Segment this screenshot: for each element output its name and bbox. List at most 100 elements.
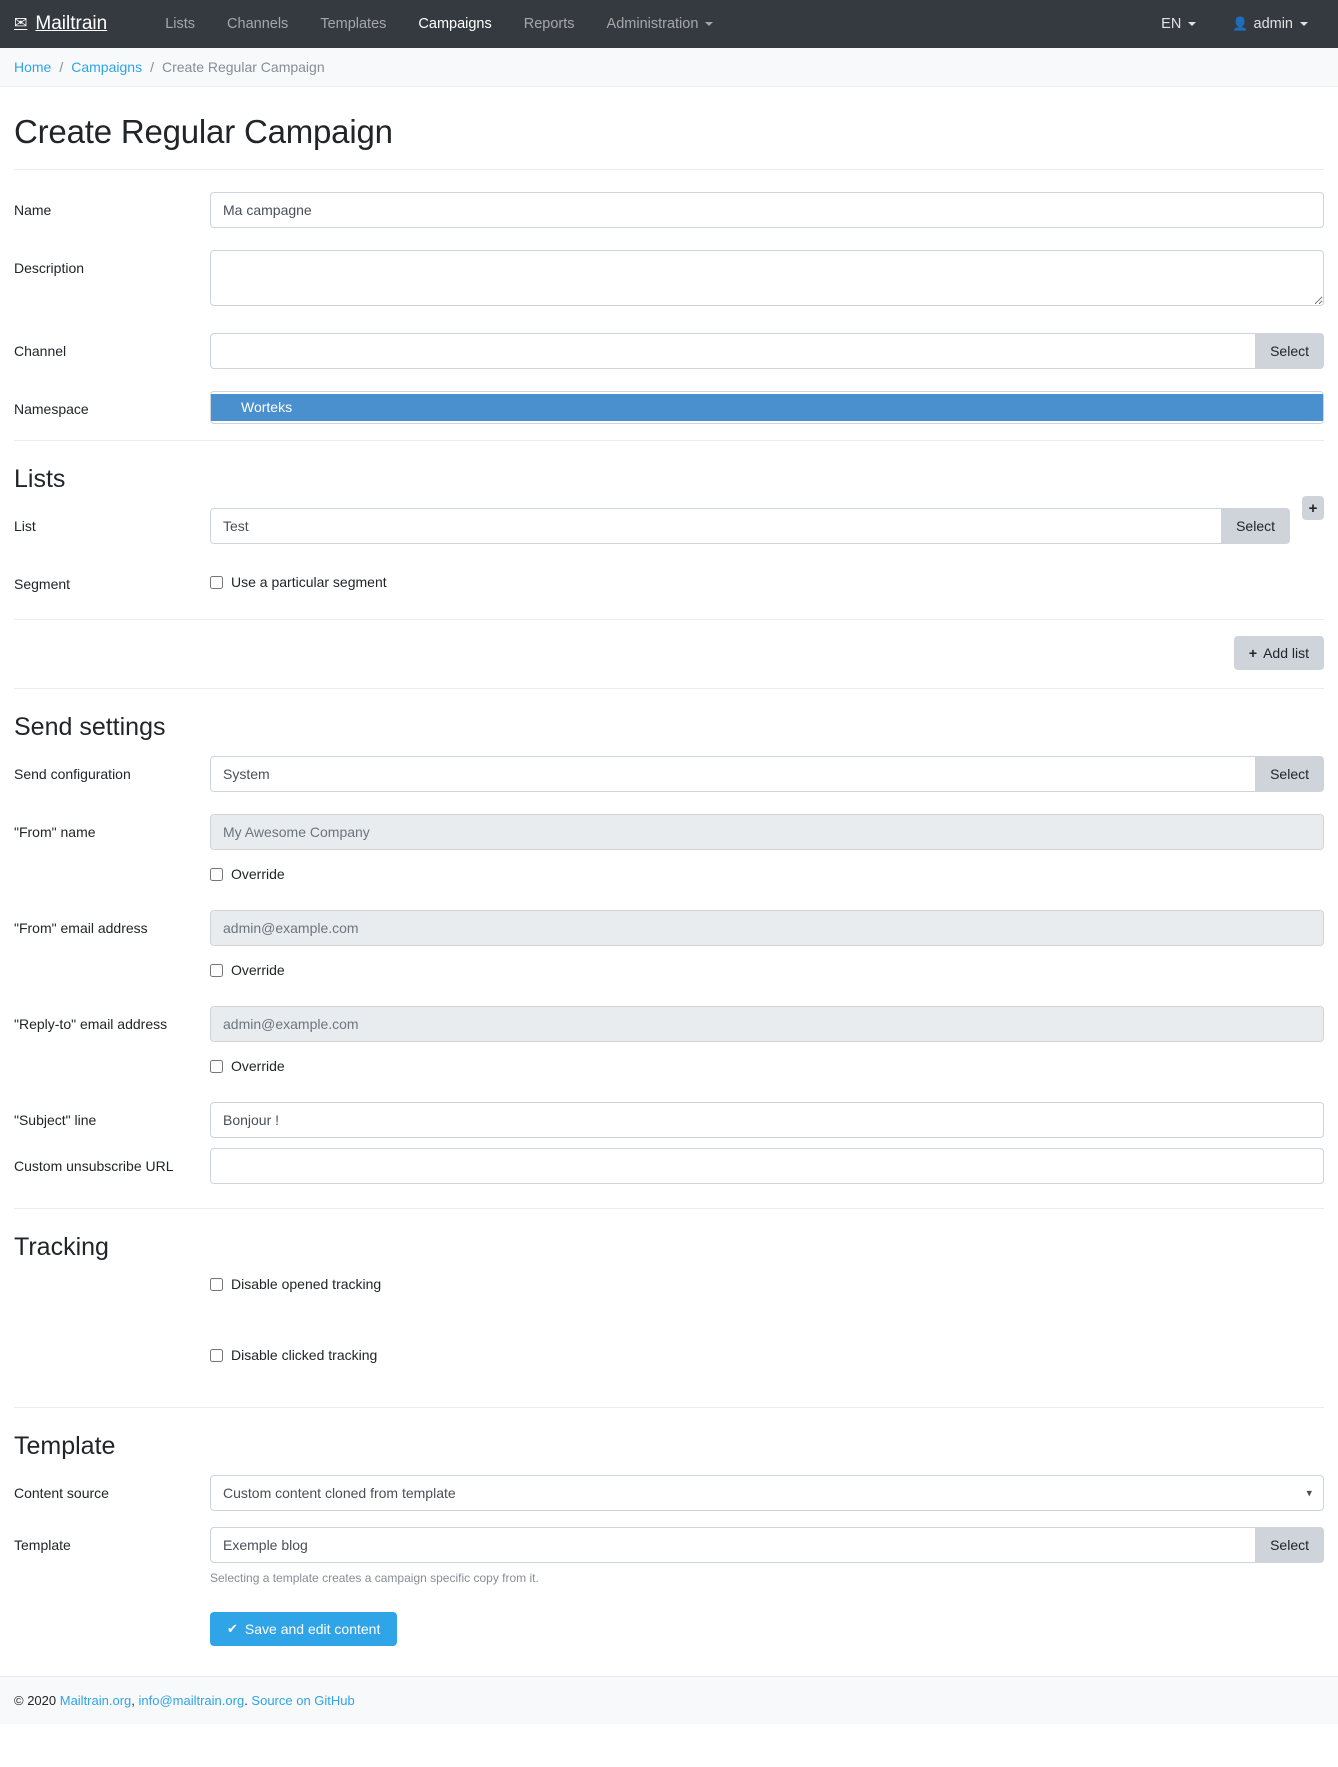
- template-input[interactable]: [210, 1526, 1257, 1563]
- reply-to-email-override-checkbox[interactable]: [210, 1059, 223, 1073]
- brand-label: Mailtrain: [35, 13, 108, 34]
- plus-icon[interactable]: +: [1302, 496, 1324, 520]
- namespace-option-worteks[interactable]: Worteks: [211, 394, 1323, 421]
- reply-to-email-override-row[interactable]: Override: [210, 1050, 1324, 1074]
- breadcrumb: Home / Campaigns / Create Regular Campai…: [0, 48, 1338, 87]
- content-source-label: Content source: [14, 1484, 109, 1501]
- nav-item-administration-label: Administration: [606, 16, 699, 32]
- nav-item-campaigns-label: Campaigns: [418, 16, 492, 32]
- navbar-right: EN 👤 admin: [1145, 8, 1324, 40]
- content-source-select-wrap: ▾: [210, 1474, 1324, 1511]
- channel-select-button[interactable]: Select: [1256, 333, 1324, 369]
- from-name-override-label[interactable]: Override: [231, 866, 285, 882]
- chevron-down-icon: [705, 22, 714, 26]
- namespace-listbox[interactable]: Worteks: [210, 391, 1324, 424]
- language-selector[interactable]: EN: [1145, 8, 1212, 40]
- nav-item-lists[interactable]: Lists: [149, 8, 211, 40]
- divider: [14, 688, 1324, 690]
- save-and-edit-content-button[interactable]: ✔ Save and edit content: [210, 1612, 398, 1647]
- disable-clicked-checkbox-row[interactable]: Disable clicked tracking: [210, 1347, 1324, 1363]
- content-source-select[interactable]: [210, 1474, 1324, 1511]
- nav-item-reports[interactable]: Reports: [508, 8, 591, 40]
- unsubscribe-url-label: Custom unsubscribe URL: [14, 1158, 174, 1175]
- name-label: Name: [14, 202, 52, 218]
- top-navbar: ✉ Mailtrain Lists Channels Templates Cam…: [0, 0, 1338, 48]
- lists-section-title: Lists: [14, 465, 66, 493]
- template-select-button[interactable]: Select: [1256, 1526, 1324, 1563]
- list-input[interactable]: [210, 508, 1223, 544]
- disable-clicked-checkbox[interactable]: [210, 1348, 223, 1362]
- segment-checkbox-row[interactable]: Use a particular segment: [210, 566, 1324, 590]
- field-row-reply-to-email: "Reply-to" email address Override: [14, 1006, 1324, 1074]
- tracking-section-title: Tracking: [14, 1233, 109, 1262]
- language-label: EN: [1161, 16, 1182, 32]
- from-email-override-row[interactable]: Override: [210, 954, 1324, 978]
- from-email-override-checkbox[interactable]: [210, 963, 223, 977]
- nav-item-lists-label: Lists: [165, 16, 196, 32]
- footer-copyright: © 2020: [14, 1693, 60, 1709]
- navbar-links: Lists Channels Templates Campaigns Repor…: [149, 8, 1145, 40]
- list-row-wrap: Select +: [210, 496, 1324, 544]
- send-configuration-input[interactable]: [210, 756, 1257, 793]
- add-list-button[interactable]: + Add list: [1233, 636, 1324, 671]
- channel-input-group: Select: [210, 333, 1324, 369]
- add-list-label: Add list: [1263, 645, 1309, 662]
- footer-link-github[interactable]: Source on GitHub: [251, 1693, 354, 1708]
- divider: [14, 440, 1324, 441]
- add-list-row: + Add list: [14, 636, 1324, 671]
- field-row-channel: Channel Select: [14, 333, 1324, 369]
- submit-row: ✔ Save and edit content: [210, 1612, 1324, 1647]
- send-configuration-select-button[interactable]: Select: [1256, 756, 1324, 793]
- user-menu[interactable]: 👤 admin: [1216, 8, 1324, 40]
- field-row-template: Template Select Selecting a template cre…: [14, 1526, 1324, 1587]
- send-settings-section-title: Send settings: [14, 713, 166, 742]
- channel-label: Channel: [14, 343, 67, 359]
- field-row-subject: "Subject" line: [14, 1102, 1324, 1139]
- disable-opened-checkbox[interactable]: [210, 1277, 223, 1291]
- template-help-text: Selecting a template creates a campaign …: [210, 1570, 539, 1585]
- breadcrumb-home[interactable]: Home: [14, 59, 51, 75]
- nav-item-administration[interactable]: Administration: [591, 8, 730, 40]
- disable-opened-spacer: [14, 1276, 210, 1303]
- send-configuration-label: Send configuration: [14, 766, 131, 783]
- from-email-label: "From" email address: [14, 920, 148, 937]
- footer-link-email[interactable]: info@mailtrain.org: [139, 1693, 245, 1708]
- send-configuration-input-group: Select: [210, 756, 1324, 793]
- template-section-title: Template: [14, 1431, 116, 1460]
- from-name-override-checkbox[interactable]: [210, 867, 223, 881]
- breadcrumb-campaigns[interactable]: Campaigns: [71, 59, 142, 75]
- segment-checkbox-label[interactable]: Use a particular segment: [231, 574, 387, 590]
- from-email-override-label[interactable]: Override: [231, 962, 285, 978]
- list-input-group: Select: [210, 508, 1290, 544]
- name-input[interactable]: [210, 192, 1324, 228]
- disable-opened-label[interactable]: Disable opened tracking: [231, 1276, 381, 1292]
- footer-link-mailtrain[interactable]: Mailtrain.org: [60, 1693, 132, 1708]
- brand-logo[interactable]: ✉ Mailtrain: [14, 13, 107, 35]
- envelope-icon: ✉: [14, 15, 28, 32]
- namespace-label: Namespace: [14, 401, 89, 417]
- field-row-description: Description: [14, 250, 1324, 311]
- footer-comma: ,: [131, 1693, 139, 1709]
- breadcrumb-separator: /: [59, 59, 64, 75]
- breadcrumb-separator: /: [150, 59, 154, 75]
- description-textarea[interactable]: [210, 250, 1324, 306]
- unsubscribe-url-input[interactable]: [210, 1148, 1324, 1185]
- field-row-namespace: Namespace Worteks: [14, 391, 1324, 424]
- breadcrumb-current: Create Regular Campaign: [161, 59, 325, 75]
- channel-input[interactable]: [210, 333, 1257, 369]
- subject-input[interactable]: [210, 1102, 1324, 1139]
- nav-item-templates-label: Templates: [320, 16, 387, 32]
- list-label: List: [14, 518, 36, 534]
- nav-item-templates[interactable]: Templates: [304, 8, 402, 40]
- disable-clicked-label[interactable]: Disable clicked tracking: [231, 1347, 377, 1363]
- list-select-button[interactable]: Select: [1222, 508, 1290, 544]
- divider: [14, 1406, 1324, 1408]
- nav-item-campaigns[interactable]: Campaigns: [402, 8, 507, 40]
- disable-opened-checkbox-row[interactable]: Disable opened tracking: [210, 1276, 1324, 1292]
- from-name-override-row[interactable]: Override: [210, 858, 1324, 882]
- segment-checkbox[interactable]: [210, 575, 223, 589]
- field-row-list: List Select +: [14, 496, 1324, 544]
- reply-to-email-override-label[interactable]: Override: [231, 1058, 285, 1074]
- nav-item-channels[interactable]: Channels: [211, 8, 304, 40]
- page-footer: © 2020 Mailtrain.org, info@mailtrain.org…: [0, 1676, 1338, 1725]
